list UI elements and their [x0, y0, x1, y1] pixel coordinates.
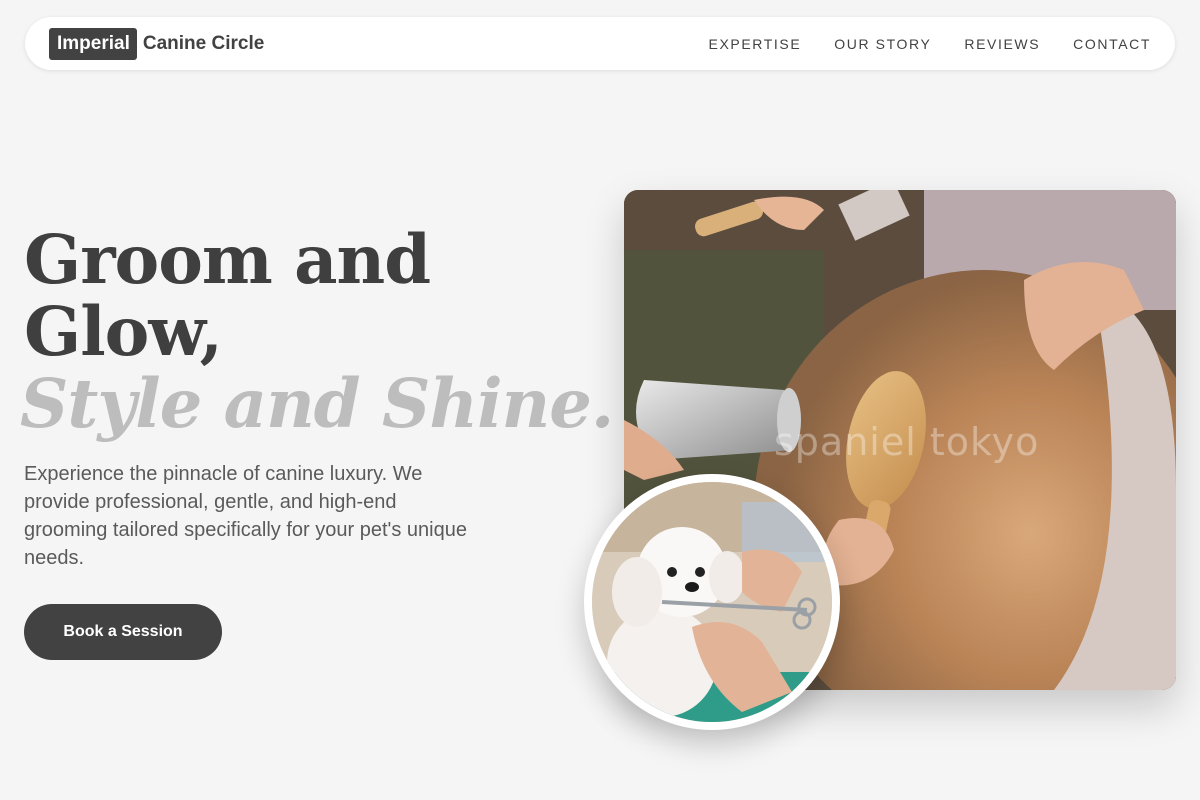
hero-title-line-2: Glow, [24, 292, 223, 371]
brand-logo[interactable]: Imperial Canine Circle [49, 27, 265, 60]
book-session-button[interactable]: Book a Session [24, 604, 222, 660]
nav-link-our-story[interactable]: OUR STORY [834, 36, 931, 52]
hero-description: Experience the pinnacle of canine luxury… [24, 463, 467, 569]
brand-highlight: Imperial [49, 27, 137, 60]
nav-link-reviews[interactable]: REVIEWS [964, 36, 1040, 52]
hero-title-line-1: Groom and [24, 220, 431, 299]
hero-title-accent: Style and Shine. [20, 364, 614, 443]
brand-name: Canine Circle [142, 32, 265, 54]
nav-link-expertise[interactable]: EXPERTISE [709, 36, 802, 52]
hero-title: Groom and Glow, Style and Shine. [20, 220, 614, 440]
poodle-trim-photo [584, 474, 840, 730]
nav-links: EXPERTISE OUR STORY REVIEWS CONTACT [676, 36, 1151, 52]
top-navbar: Imperial Canine Circle EXPERTISE OUR STO… [25, 17, 1175, 70]
photo-watermark: spaniel tokyo [774, 420, 1040, 464]
nav-link-contact[interactable]: CONTACT [1073, 36, 1151, 52]
